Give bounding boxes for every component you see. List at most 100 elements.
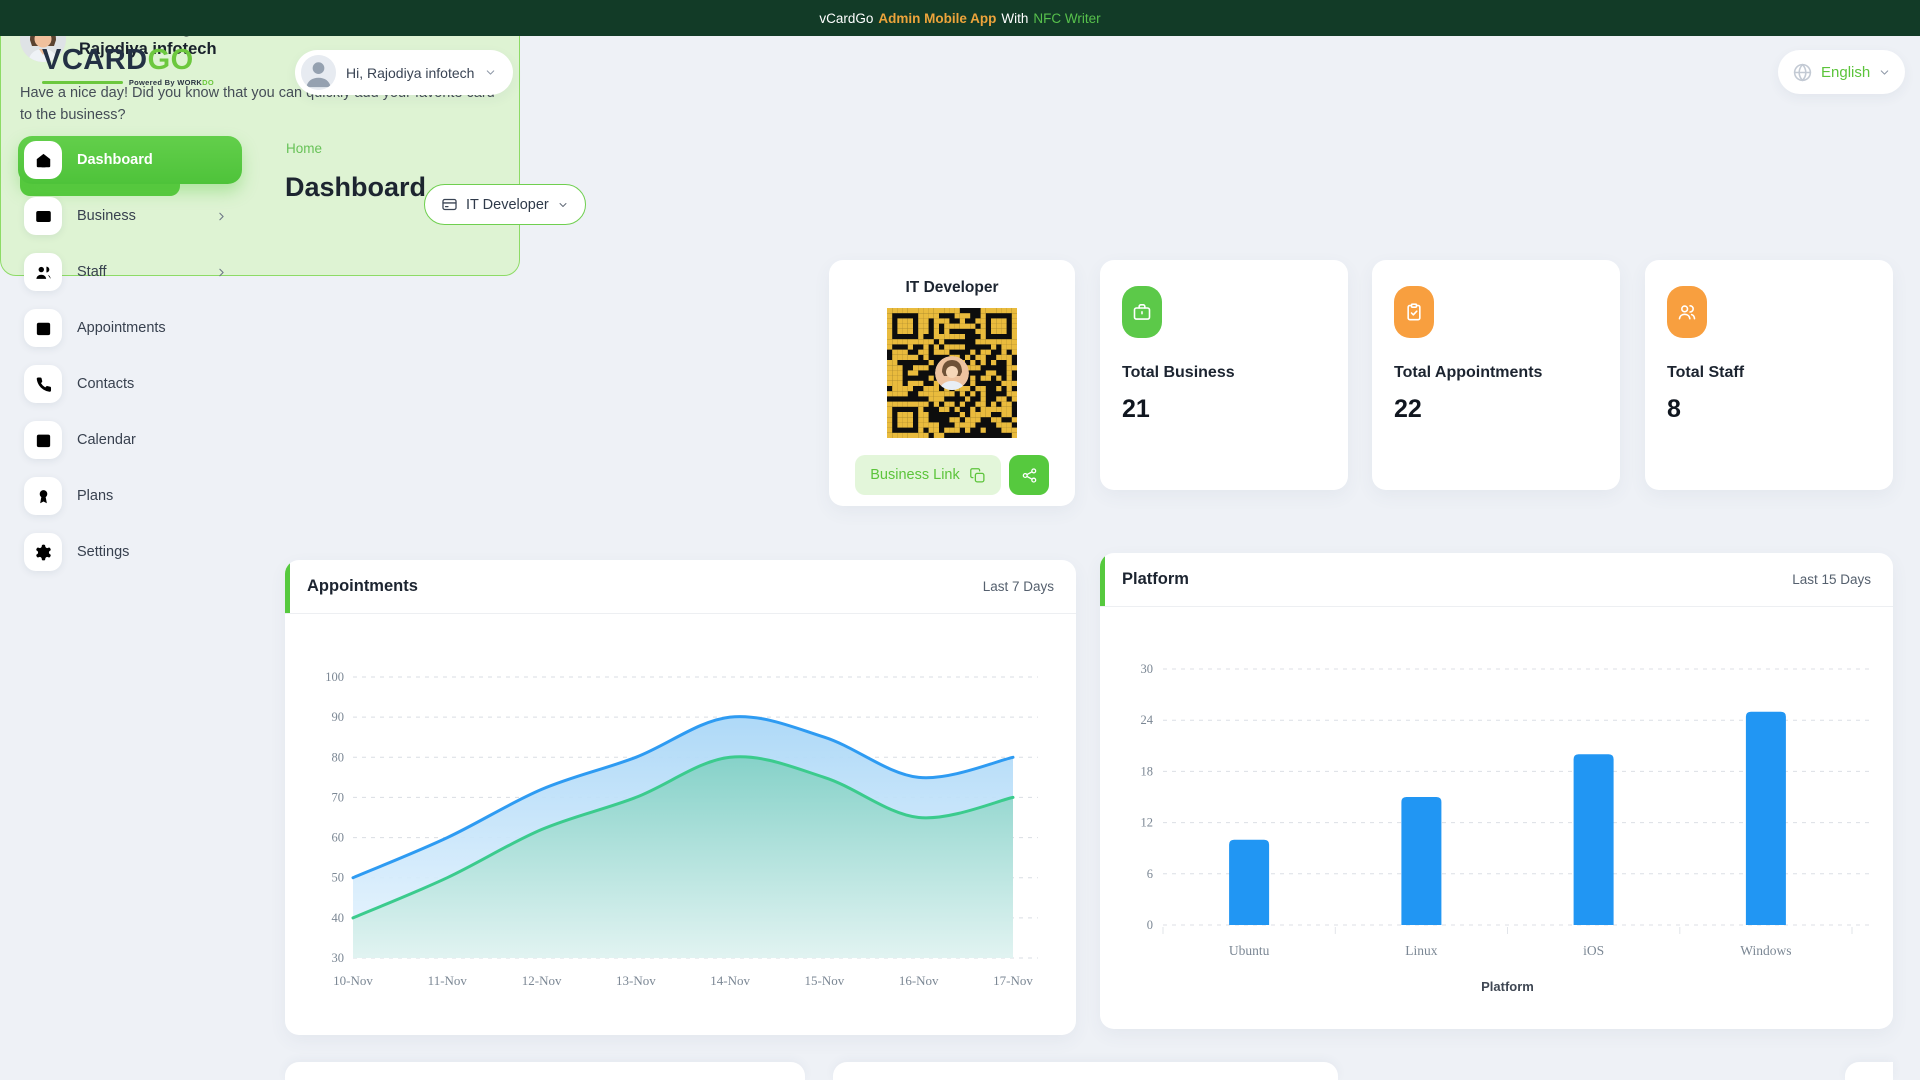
sidebar-item-label: Appointments xyxy=(77,320,166,336)
platform-chart-card: Platform Last 15 Days 0 6 12 18 24 30 Ubuntu Li… xyxy=(1100,553,1893,1029)
svg-text:50: 50 xyxy=(332,871,345,885)
breadcrumb[interactable]: Home xyxy=(286,141,322,156)
svg-text:10-Nov: 10-Nov xyxy=(333,973,373,988)
qr-card-title: IT Developer xyxy=(905,279,999,296)
appointments-area-chart: 30 40 50 60 70 80 90 100 10-Nov 11-Nov 12-Nov 13-No… xyxy=(325,670,1038,988)
phone-icon xyxy=(24,365,62,403)
svg-text:11-Nov: 11-Nov xyxy=(428,973,468,988)
share-button[interactable] xyxy=(1009,455,1049,495)
sidebar-item-contacts[interactable]: Contacts xyxy=(18,360,242,408)
appointments-chart-title: Appointments xyxy=(307,577,418,595)
stat-value: 8 xyxy=(1667,395,1681,423)
svg-text:18: 18 xyxy=(1141,764,1154,778)
stat-label: Total Staff xyxy=(1667,364,1745,381)
chevron-down-icon xyxy=(1878,66,1891,79)
sidebar-item-plans[interactable]: Plans xyxy=(18,472,242,520)
banner-nfc: NFC Writer xyxy=(1033,10,1101,26)
svg-text:70: 70 xyxy=(332,790,345,804)
svg-text:Windows: Windows xyxy=(1740,943,1791,958)
svg-text:13-Nov: 13-Nov xyxy=(616,973,656,988)
svg-text:6: 6 xyxy=(1147,867,1153,881)
banner-app-name: vCardGo xyxy=(819,10,874,26)
business-link-button[interactable]: Business Link xyxy=(855,455,1001,495)
svg-text:iOS: iOS xyxy=(1583,943,1604,958)
partial-card xyxy=(285,1062,805,1080)
sidebar-item-label: Staff xyxy=(77,264,107,280)
user-avatar xyxy=(301,55,336,90)
top-banner: vCardGo Admin Mobile App With NFC Writer xyxy=(0,0,1920,36)
copy-icon xyxy=(969,467,986,484)
svg-text:40: 40 xyxy=(332,911,345,925)
page-title: Dashboard xyxy=(285,172,427,202)
chevron-down-icon xyxy=(557,199,569,211)
svg-text:30: 30 xyxy=(1141,662,1154,676)
qr-code xyxy=(887,308,1017,438)
sidebar-item-label: Contacts xyxy=(77,376,135,392)
share-icon xyxy=(1021,467,1038,484)
user-menu[interactable]: Hi, Rajodiya infotech xyxy=(295,50,514,95)
platform-chart-range: Last 15 Days xyxy=(1792,572,1871,587)
users-icon xyxy=(24,253,62,291)
briefcase-icon xyxy=(1122,286,1162,338)
svg-text:90: 90 xyxy=(332,710,345,724)
svg-text:17-Nov: 17-Nov xyxy=(993,973,1033,988)
platform-bar-chart: 0 6 12 18 24 30 Ubuntu Linux iOS Windows Platform xyxy=(1141,662,1872,994)
svg-text:80: 80 xyxy=(332,750,345,764)
stat-label: Total Business xyxy=(1122,364,1235,381)
credit-card-icon xyxy=(24,197,62,235)
sidebar-nav: Dashboard Business Staff Appointments Contac… xyxy=(18,136,242,584)
svg-text:24: 24 xyxy=(1141,713,1154,727)
stat-card-total-business: Total Business 21 xyxy=(1100,260,1348,490)
language-selector[interactable]: English xyxy=(1778,50,1906,94)
banner-middle: With xyxy=(1001,10,1029,26)
svg-text:12-Nov: 12-Nov xyxy=(522,973,562,988)
sidebar-item-settings[interactable]: Settings xyxy=(18,528,242,576)
svg-text:15-Nov: 15-Nov xyxy=(805,973,845,988)
brand-logo[interactable]: VCARDGO Powered By WORKDO xyxy=(42,46,214,87)
calendar-clock-icon xyxy=(24,309,62,347)
svg-text:Platform: Platform xyxy=(1481,979,1534,994)
brand-wordmark: VCARDGO xyxy=(42,44,194,76)
credit-card-icon xyxy=(441,196,458,213)
business-link-label: Business Link xyxy=(870,467,960,483)
logo-rule xyxy=(42,81,123,84)
sidebar-item-appointments[interactable]: Appointments xyxy=(18,304,242,352)
sidebar-item-label: Business xyxy=(77,208,136,224)
chevron-down-icon xyxy=(484,66,497,79)
stat-label: Total Appointments xyxy=(1394,364,1543,381)
svg-text:0: 0 xyxy=(1147,918,1153,932)
svg-text:100: 100 xyxy=(325,670,344,684)
business-selector-dropdown[interactable]: IT Developer xyxy=(424,184,586,225)
platform-chart-title: Platform xyxy=(1122,570,1189,588)
sidebar-item-calendar[interactable]: Calendar xyxy=(18,416,242,464)
sidebar-item-label: Plans xyxy=(77,488,114,504)
home-icon xyxy=(24,141,62,179)
sidebar-item-label: Settings xyxy=(77,544,130,560)
sidebar-item-label: Dashboard xyxy=(77,152,153,168)
svg-text:16-Nov: 16-Nov xyxy=(899,973,939,988)
globe-icon xyxy=(1792,62,1813,83)
partial-card xyxy=(1845,1062,1893,1080)
sidebar-item-dashboard[interactable]: Dashboard xyxy=(18,136,242,184)
powered-by-label: Powered By WORKDO xyxy=(128,78,214,87)
award-icon xyxy=(24,477,62,515)
chevron-right-icon xyxy=(215,266,228,279)
svg-text:30: 30 xyxy=(332,951,345,965)
stat-value: 21 xyxy=(1122,395,1150,423)
calendar-icon xyxy=(24,421,62,459)
clipboard-check-icon xyxy=(1394,286,1434,338)
partial-card xyxy=(833,1062,1338,1080)
sidebar-item-label: Calendar xyxy=(77,432,136,448)
appointments-chart-range: Last 7 Days xyxy=(982,579,1054,594)
gear-icon xyxy=(24,533,62,571)
business-qr-card: IT Developer Business Link xyxy=(829,260,1075,506)
svg-text:12: 12 xyxy=(1141,816,1154,830)
language-label: English xyxy=(1821,63,1871,81)
sidebar-item-staff[interactable]: Staff xyxy=(18,248,242,296)
sidebar-item-business[interactable]: Business xyxy=(18,192,242,240)
svg-text:60: 60 xyxy=(332,831,345,845)
user-greeting-label: Hi, Rajodiya infotech xyxy=(346,64,475,81)
svg-text:Linux: Linux xyxy=(1405,943,1437,958)
svg-text:14-Nov: 14-Nov xyxy=(710,973,750,988)
appointments-chart-card: Appointments Last 7 Days 30 40 50 60 70 80 90 1… xyxy=(285,560,1076,1035)
